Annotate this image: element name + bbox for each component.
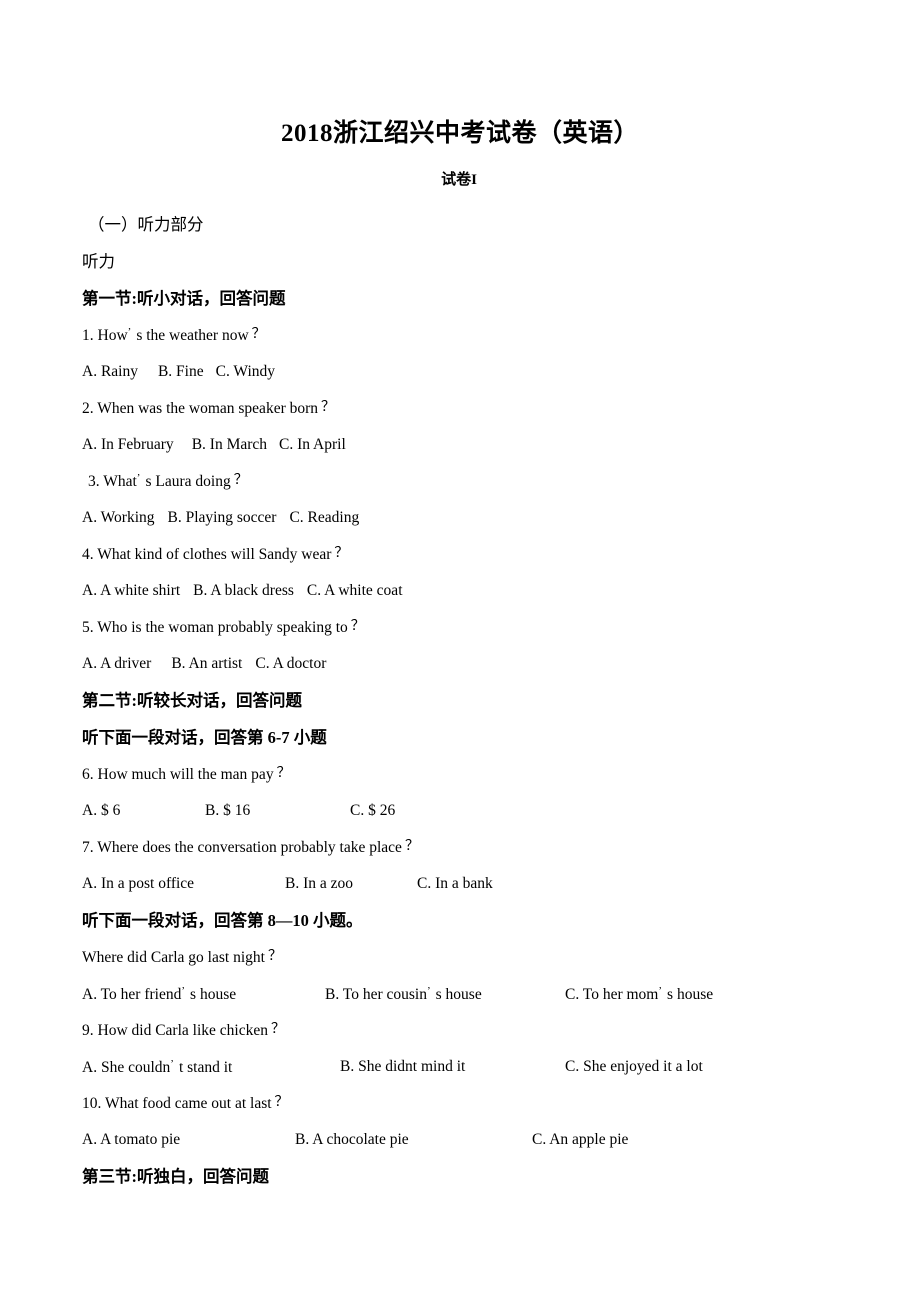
question-2-row: 2. When was the woman speaker born？: [82, 390, 880, 427]
question-mark-glyph: ？: [274, 1094, 289, 1110]
section2-sub1-row: 听下面一段对话，回答第 6-7 小题: [82, 719, 880, 756]
question-6-options: A. $ 6 B. $ 16 C. $ 26: [82, 793, 880, 830]
question-10-row: 10. What food came out at last？: [82, 1085, 880, 1122]
question-7-row: 7. Where does the conversation probably …: [82, 829, 880, 866]
question-mark-glyph: ？: [267, 948, 282, 964]
section1-heading-row: 第一节:听小对话，回答问题: [82, 280, 880, 317]
option-b[interactable]: B. Fine: [158, 363, 204, 381]
question-2-options: A. In February B. In March C. In April: [82, 427, 880, 464]
option-c[interactable]: C. Reading: [289, 509, 359, 527]
option-b[interactable]: B. An artist: [171, 655, 242, 673]
section3-heading-row: 第三节:听独白，回答问题: [82, 1158, 880, 1195]
question-mark-glyph: ？: [276, 765, 291, 781]
option-a[interactable]: A. In a post office: [82, 875, 285, 893]
option-c[interactable]: C. In a bank: [417, 875, 493, 893]
question-1-options: A. Rainy B. Fine C. Windy: [82, 354, 880, 391]
question-mark-glyph: ？: [334, 545, 349, 561]
question-mark-glyph: ？: [251, 327, 266, 343]
section1-heading: 第一节:听小对话，回答问题: [82, 288, 286, 308]
section2-sub2-row: 听下面一段对话，回答第 8—10 小题。: [82, 902, 880, 939]
question-mark-glyph: ？: [350, 618, 365, 634]
section2-sub1: 听下面一段对话，回答第 6-7 小题: [82, 727, 327, 747]
question-7-options: A. In a post office B. In a zoo C. In a …: [82, 866, 880, 903]
apostrophe-glyph: ’: [170, 1057, 174, 1070]
question-4-text: 4. What kind of clothes will Sandy wear？: [82, 545, 349, 563]
question-mark-glyph: ？: [233, 473, 248, 489]
option-a[interactable]: A. She couldn’ t stand it: [82, 1058, 340, 1077]
question-4-row: 4. What kind of clothes will Sandy wear？: [82, 536, 880, 573]
option-b[interactable]: B. Playing soccer: [168, 509, 277, 527]
part-label: （一）听力部分: [88, 215, 204, 235]
option-b[interactable]: B. She didnt mind it: [340, 1058, 565, 1076]
question-6-text: 6. How much will the man pay？: [82, 765, 291, 783]
listening-label-row: 听力: [82, 244, 880, 281]
question-5-row: 5. Who is the woman probably speaking to…: [82, 609, 880, 646]
option-a[interactable]: A. A tomato pie: [82, 1131, 295, 1149]
question-10-text: 10. What food came out at last？: [82, 1094, 289, 1112]
option-c[interactable]: C. A doctor: [255, 655, 326, 673]
document-page: 2018浙江绍兴中考试卷（英语） 试卷I （一）听力部分 听力 第一节:听小对话…: [0, 0, 920, 1302]
option-b[interactable]: B. A chocolate pie: [295, 1131, 532, 1149]
part-label-row: （一）听力部分: [82, 207, 880, 244]
question-2-text: 2. When was the woman speaker born？: [82, 399, 336, 417]
section2-heading: 第二节:听较长对话，回答问题: [82, 690, 302, 710]
question-7-text: 7. Where does the conversation probably …: [82, 838, 419, 856]
listening-label: 听力: [82, 251, 115, 271]
option-b[interactable]: B. In a zoo: [285, 875, 417, 893]
apostrophe-glyph: ’: [658, 984, 663, 997]
option-c[interactable]: C. A white coat: [307, 582, 403, 600]
question-6-row: 6. How much will the man pay？: [82, 756, 880, 793]
question-3-options: A. Working B. Playing soccer C. Reading: [82, 500, 880, 537]
document-body: （一）听力部分 听力 第一节:听小对话，回答问题 1. How’ s the we…: [0, 189, 920, 1195]
question-10-options: A. A tomato pie B. A chocolate pie C. An…: [82, 1122, 880, 1159]
option-c[interactable]: C. In April: [279, 436, 346, 454]
question-mark-glyph: ？: [270, 1021, 285, 1037]
question-8-options: A. To her friend’ s house B. To her cousi…: [82, 976, 880, 1013]
option-c[interactable]: C. An apple pie: [532, 1131, 628, 1149]
option-b[interactable]: B. To her cousin’ s house: [325, 985, 565, 1004]
question-5-text: 5. Who is the woman probably speaking to…: [82, 618, 365, 636]
option-c[interactable]: C. Windy: [216, 363, 275, 381]
question-mark-glyph: ？: [321, 399, 336, 415]
question-9-text: 9. How did Carla like chicken？: [82, 1021, 285, 1039]
question-9-row: 9. How did Carla like chicken？: [82, 1012, 880, 1049]
question-4-options: A. A white shirt B. A black dress C. A w…: [82, 573, 880, 610]
page-subtitle: 试卷I: [441, 172, 477, 189]
apostrophe-glyph: ’: [426, 984, 431, 997]
option-a[interactable]: A. A white shirt: [82, 582, 180, 600]
option-a[interactable]: A. Working: [82, 509, 155, 527]
section2-heading-row: 第二节:听较长对话，回答问题: [82, 682, 880, 719]
question-5-options: A. A driver B. An artist C. A doctor: [82, 646, 880, 683]
option-a[interactable]: A. To her friend’ s house: [82, 985, 325, 1004]
apostrophe-glyph: ’: [127, 326, 132, 339]
section3-heading: 第三节:听独白，回答问题: [82, 1166, 269, 1186]
option-b[interactable]: B. $ 16: [205, 802, 350, 820]
question-8-row: Where did Carla go last night？: [82, 939, 880, 976]
option-b[interactable]: B. A black dress: [193, 582, 294, 600]
option-c[interactable]: C. She enjoyed it a lot: [565, 1058, 703, 1076]
option-a[interactable]: A. A driver: [82, 655, 151, 673]
question-3-text: 3. What’ s Laura doing？: [88, 472, 248, 491]
page-title: 2018浙江绍兴中考试卷（英语）: [280, 120, 639, 147]
option-b[interactable]: B. In March: [192, 436, 267, 454]
section2-sub2: 听下面一段对话，回答第 8—10 小题。: [82, 910, 363, 930]
option-a[interactable]: A. $ 6: [82, 802, 205, 820]
question-8-text: Where did Carla go last night？: [82, 948, 282, 966]
question-1-row: 1. How’ s the weather now？: [82, 317, 880, 354]
apostrophe-glyph: ’: [181, 984, 186, 997]
question-9-options: A. She couldn’ t stand it B. She didnt mi…: [82, 1049, 880, 1086]
option-a[interactable]: A. In February: [82, 436, 174, 454]
option-c[interactable]: C. To her mom’ s house: [565, 985, 713, 1004]
question-mark-glyph: ？: [404, 838, 419, 854]
question-3-row: 3. What’ s Laura doing？: [82, 463, 880, 500]
option-a[interactable]: A. Rainy: [82, 363, 138, 381]
question-1-text: 1. How’ s the weather now？: [82, 326, 266, 345]
option-c[interactable]: C. $ 26: [350, 802, 395, 820]
